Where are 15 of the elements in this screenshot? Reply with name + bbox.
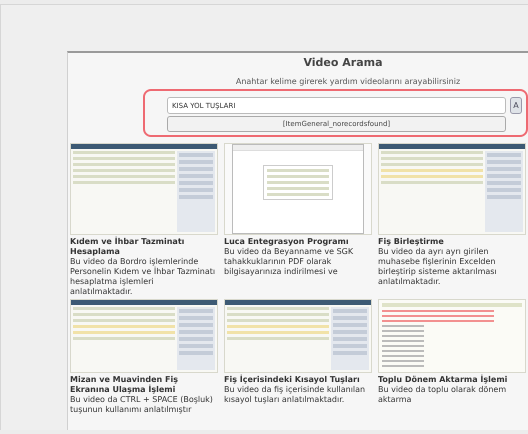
video-description: Bu video da toplu olarak dönem aktarma (378, 385, 508, 405)
search-button[interactable]: A (510, 97, 522, 114)
video-description: Bu video da CTRL + SPACE (Boşluk) tuşunun kullanımı anlatılmıştır (70, 395, 214, 415)
video-title[interactable]: Fiş İçerisindeki Kısayol Tuşları (224, 375, 372, 385)
page-title: Video Arama (302, 56, 384, 69)
search-hint: Anahtar kelime girerek yardım videolarını arayabilirsiniz (234, 77, 462, 86)
video-description: Bu video da Bordro işlemlerinde Personelin Kıdem ve İhbar Tazminatı hesaplatma işlemleri anlatılmaktadır. (70, 257, 216, 297)
video-title[interactable]: Mizan ve Muavinden Fiş Ekranına Ulaşma İşlemi (70, 375, 218, 395)
video-title[interactable]: Luca Entegrasyon Programı (224, 237, 372, 247)
video-description: Bu video da ayrı ayrı girilen muhasebe fişlerinin Excelden birleştirip sisteme aktarılması anlatılmaktadır. (378, 247, 498, 287)
video-description: Bu video da Beyanname ve SGK tahakkuklarının PDF olarak bilgisayarınıza indirilmesi ve (224, 247, 354, 277)
video-title[interactable]: Kıdem ve İhbar Tazminatı Hesaplama (70, 237, 218, 257)
video-title[interactable]: Toplu Dönem Aktarma İşlemi (378, 375, 526, 385)
video-title[interactable]: Fiş Birleştirme (378, 237, 526, 247)
video-description: Bu video da fiş içerisinde kullanılan kısayol tuşları anlatılmaktadır. (224, 385, 366, 405)
